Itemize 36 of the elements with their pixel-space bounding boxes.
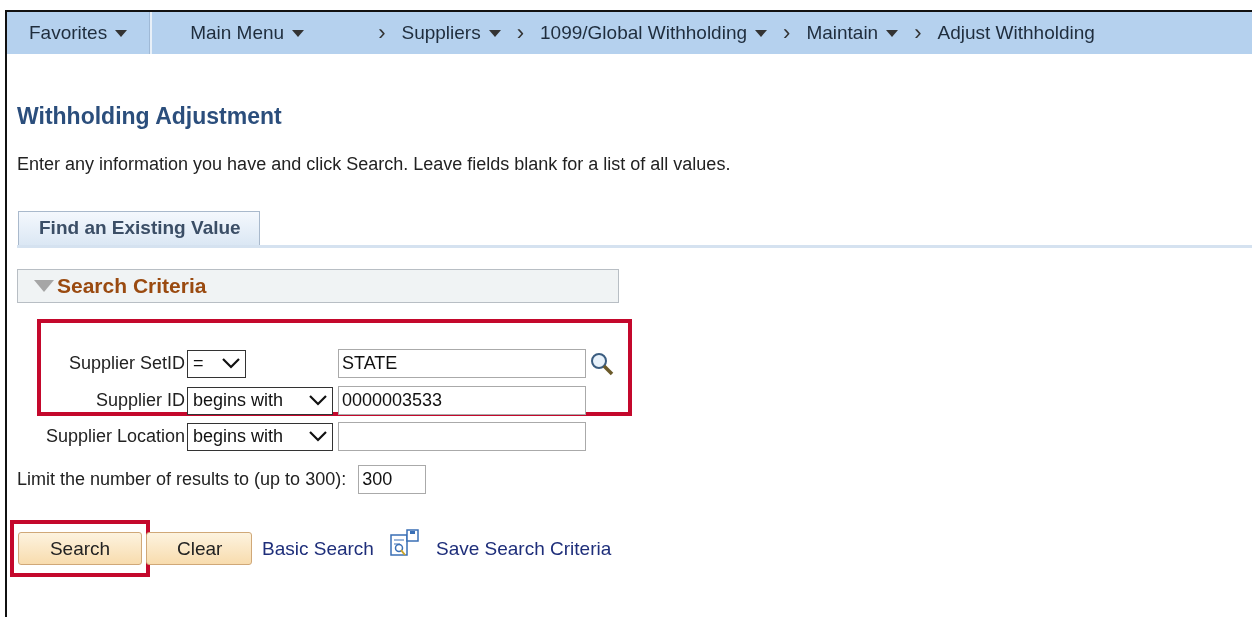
input-field[interactable]: 0000003533 [338,386,586,415]
separator-chevron: › [783,20,791,46]
save-search-icon[interactable] [389,528,420,559]
field-label: Supplier Location [44,426,185,447]
separator-chevron: › [378,20,386,46]
section-header[interactable]: Search Criteria [17,269,619,303]
breadcrumb-link[interactable]: Maintain [806,22,899,44]
limit-input-field[interactable]: 300 [358,465,427,494]
field-label: Supplier SetID [67,353,185,374]
breadcrumb-link[interactable]: Adjust Withholding [937,22,1095,44]
link[interactable]: Basic Search [262,537,374,560]
collapse-triangle-icon [34,280,54,292]
breadcrumb-link[interactable]: 1099/Global Withholding [540,22,768,44]
tab[interactable]: Find an Existing Value [18,211,260,245]
field-label: Supplier ID [94,390,185,411]
clear-button[interactable]: Clear [146,532,252,565]
operator-dropdown[interactable]: = [187,349,246,378]
chevron-down-icon [309,395,327,406]
chevron-down-icon [309,431,327,442]
limit-label: Limit the number of results to (up to 300): [17,469,347,490]
instructions-text: Enter any information you have and click Search. Leave fields blank for a list of all values. [17,154,732,175]
input-field[interactable]: STATE [338,349,586,378]
breadcrumb-link[interactable]: Main Menu [152,22,305,44]
search-button[interactable]: Search [18,532,142,565]
operator-dropdown[interactable]: begins with [187,422,333,451]
operator-dropdown[interactable]: begins with [187,386,333,415]
separator-chevron: › [516,20,524,46]
chevron-down-icon [222,358,240,369]
search-icon[interactable] [590,351,614,376]
breadcrumb-link[interactable]: Favorites [7,22,150,44]
separator-chevron: › [914,20,922,46]
link[interactable]: Save Search Criteria [435,537,612,560]
input-field[interactable] [338,422,586,451]
page-title: Withholding Adjustment [17,103,283,130]
section-title: Search Criteria [57,274,207,298]
breadcrumb-link[interactable]: Suppliers [401,22,501,44]
